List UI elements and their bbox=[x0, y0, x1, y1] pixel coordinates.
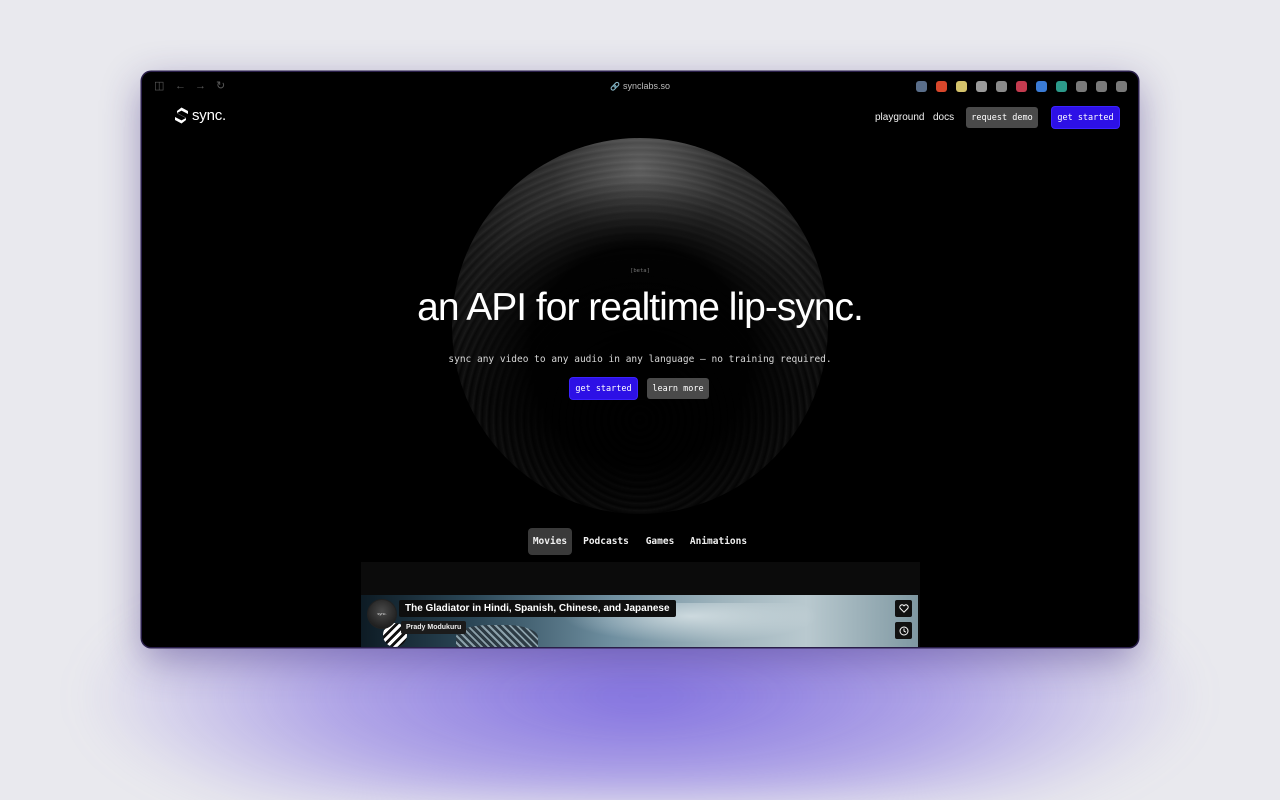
tab-podcasts[interactable]: Podcasts bbox=[579, 528, 633, 555]
hero-subheadline: sync any video to any audio in any langu… bbox=[448, 354, 832, 365]
browser-toolbar: ◫ ← → ↻ 🔗 synclabs.so bbox=[142, 72, 1138, 100]
extension-icon[interactable] bbox=[1056, 81, 1067, 92]
tab-games[interactable]: Games bbox=[641, 528, 679, 555]
extension-icon[interactable] bbox=[1116, 81, 1127, 92]
clock-icon bbox=[899, 626, 908, 635]
learn-more-button[interactable]: learn more bbox=[647, 378, 709, 399]
video-title: The Gladiator in Hindi, Spanish, Chinese… bbox=[399, 600, 676, 617]
extension-icon[interactable] bbox=[956, 81, 967, 92]
nav-link-docs[interactable]: docs bbox=[933, 112, 954, 123]
sync-logo-icon bbox=[175, 107, 188, 124]
browser-window: ◫ ← → ↻ 🔗 synclabs.so sync. playground do… bbox=[142, 72, 1138, 647]
avatar[interactable]: sync. bbox=[367, 599, 397, 629]
hero-headline: an API for realtime lip-sync. bbox=[417, 286, 864, 329]
tab-animations[interactable]: Animations bbox=[687, 528, 750, 555]
address-bar[interactable]: 🔗 synclabs.so bbox=[142, 81, 1138, 91]
video-author[interactable]: Prady Modukuru bbox=[401, 621, 467, 634]
extension-icon[interactable] bbox=[976, 81, 987, 92]
video-thumbnail-rock bbox=[456, 625, 538, 647]
extension-icon[interactable] bbox=[1036, 81, 1047, 92]
hero-get-started-button[interactable]: get started bbox=[570, 378, 637, 399]
nav-link-playground[interactable]: playground bbox=[875, 112, 924, 123]
url-text: synclabs.so bbox=[622, 81, 670, 91]
extension-icon[interactable] bbox=[916, 81, 927, 92]
brand-name: sync. bbox=[192, 107, 227, 124]
favorite-button[interactable] bbox=[895, 600, 912, 617]
watch-later-button[interactable] bbox=[895, 622, 912, 639]
extension-icon[interactable] bbox=[1096, 81, 1107, 92]
link-icon: 🔗 bbox=[610, 82, 620, 91]
extension-icon[interactable] bbox=[1076, 81, 1087, 92]
extension-icon[interactable] bbox=[936, 81, 947, 92]
nav-get-started-button[interactable]: get started bbox=[1052, 107, 1119, 128]
tab-movies[interactable]: Movies bbox=[528, 528, 572, 555]
heart-icon bbox=[898, 604, 909, 613]
request-demo-button[interactable]: request demo bbox=[966, 107, 1038, 128]
brand-logo[interactable]: sync. bbox=[174, 107, 226, 124]
video-card[interactable]: sync. The Gladiator in Hindi, Spanish, C… bbox=[361, 595, 918, 647]
extension-icon[interactable] bbox=[996, 81, 1007, 92]
avatar-label: sync. bbox=[377, 611, 387, 616]
extension-icon[interactable] bbox=[1016, 81, 1027, 92]
beta-badge: [beta] bbox=[630, 268, 650, 274]
